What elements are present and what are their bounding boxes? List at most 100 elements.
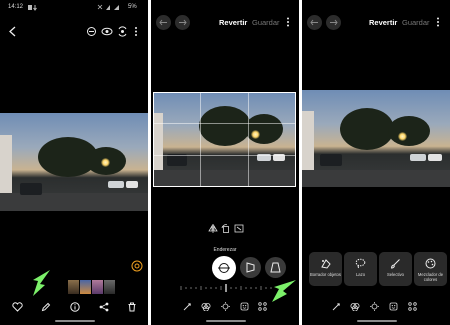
rotate-icon[interactable] <box>221 224 231 233</box>
sunlight <box>398 132 407 141</box>
revert-button[interactable]: Revertir <box>369 18 397 27</box>
remaster-icon[interactable] <box>86 26 97 37</box>
heart-icon[interactable] <box>12 302 23 312</box>
highlight-arrow <box>272 280 296 302</box>
share-icon[interactable] <box>99 302 109 312</box>
photo[interactable] <box>302 90 450 187</box>
auto-enhance-icon[interactable] <box>183 302 192 311</box>
more-options-icon[interactable] <box>286 17 290 27</box>
car <box>320 154 342 166</box>
straighten-label: Enderezar <box>213 247 237 253</box>
save-button[interactable]: Guardar <box>252 18 280 27</box>
auto-enhance-icon[interactable] <box>332 302 341 311</box>
delete-icon[interactable] <box>127 302 137 312</box>
more-options-icon[interactable] <box>436 17 440 27</box>
home-indicator <box>357 320 397 322</box>
road <box>0 193 148 211</box>
photo[interactable] <box>0 113 148 211</box>
edit-pencil-icon[interactable] <box>41 302 51 312</box>
view-icon[interactable] <box>101 27 113 36</box>
aspect-ratio-icon[interactable] <box>234 224 244 233</box>
eraser-icon <box>321 259 331 269</box>
decorations-icon[interactable] <box>240 302 249 311</box>
crop-grid-line <box>153 155 296 156</box>
save-button[interactable]: Guardar <box>402 18 430 27</box>
sunlight <box>101 158 110 167</box>
tree <box>388 116 430 146</box>
building-wall <box>0 134 12 196</box>
lasso-icon <box>355 258 366 269</box>
selective-tool-card[interactable]: Selectivo <box>379 252 412 286</box>
revert-button[interactable]: Revertir <box>219 18 247 27</box>
crop-handle[interactable] <box>287 178 296 187</box>
highlight-arrow <box>33 270 50 296</box>
tool-label: Borrador objetos <box>310 272 341 277</box>
vertical-perspective-button[interactable] <box>240 257 261 278</box>
undo-icon <box>310 19 318 26</box>
undo-button[interactable] <box>307 15 322 30</box>
info-icon[interactable] <box>70 302 80 312</box>
thumbnail[interactable] <box>80 280 91 294</box>
thumbnail-strip[interactable] <box>68 280 116 294</box>
redo-button[interactable] <box>326 15 341 30</box>
home-indicator <box>55 320 95 322</box>
horizontal-perspective-icon <box>270 262 281 273</box>
thumbnail[interactable] <box>104 280 115 294</box>
thumbnail[interactable] <box>92 280 103 294</box>
status-icons <box>97 4 119 10</box>
horizontal-perspective-button[interactable] <box>265 257 286 278</box>
tone-icon[interactable] <box>221 302 230 311</box>
car <box>20 183 42 195</box>
notification-icons <box>28 5 37 11</box>
tool-label: Lazo <box>355 272 366 277</box>
more-tools-icon[interactable] <box>408 302 417 311</box>
more-options-icon[interactable] <box>134 26 138 37</box>
battery-level: 5% <box>128 4 137 10</box>
decorations-icon[interactable] <box>389 302 398 311</box>
road <box>302 169 450 187</box>
crop-handle[interactable] <box>153 92 162 101</box>
building-wall <box>302 111 314 172</box>
crop-grid-line <box>200 92 201 187</box>
angle-dial[interactable] <box>179 284 275 292</box>
filters-icon[interactable] <box>350 302 360 311</box>
crop-handle[interactable] <box>287 92 296 101</box>
tool-label: Selectivo <box>387 272 404 277</box>
transform-editor-panel: Revertir Guardar Enderezar <box>151 0 299 325</box>
straighten-button[interactable] <box>212 256 236 280</box>
crop-frame[interactable] <box>153 92 296 187</box>
tone-icon[interactable] <box>370 302 379 311</box>
thumbnail[interactable] <box>68 280 79 294</box>
redo-button[interactable] <box>175 15 190 30</box>
car <box>108 181 124 188</box>
more-tools-icon[interactable] <box>258 302 267 311</box>
gallery-viewer-panel: 14:12 5% <box>0 0 148 325</box>
effects-icon[interactable] <box>131 260 143 272</box>
car <box>126 181 138 188</box>
crop-grid-line <box>153 123 296 124</box>
lasso-tool-card[interactable]: Lazo <box>344 252 377 286</box>
palette-icon <box>425 258 436 269</box>
car <box>410 154 426 161</box>
photo-crop-area[interactable] <box>153 92 296 187</box>
eraser-tool-card[interactable]: Borrador objetos <box>309 252 342 286</box>
home-indicator <box>206 320 246 322</box>
status-time: 14:12 <box>8 4 24 10</box>
tool-label: Mezclador de colores <box>417 272 444 282</box>
vertical-perspective-icon <box>246 262 255 273</box>
undo-icon <box>159 19 167 26</box>
more-tools-panel: Revertir Guardar Borrador objetos Lazo S… <box>302 0 450 325</box>
filters-icon[interactable] <box>201 302 211 311</box>
redo-icon <box>330 19 338 26</box>
car <box>428 154 442 161</box>
redo-icon <box>179 19 187 26</box>
straighten-icon <box>218 263 230 273</box>
crop-grid-line <box>248 92 249 187</box>
flip-icon[interactable] <box>208 224 218 233</box>
crop-handle[interactable] <box>153 178 162 187</box>
bixby-vision-icon[interactable] <box>117 26 128 37</box>
tree <box>340 108 394 150</box>
color-mixer-tool-card[interactable]: Mezclador de colores <box>414 252 447 286</box>
back-icon[interactable] <box>8 26 17 37</box>
undo-button[interactable] <box>156 15 171 30</box>
